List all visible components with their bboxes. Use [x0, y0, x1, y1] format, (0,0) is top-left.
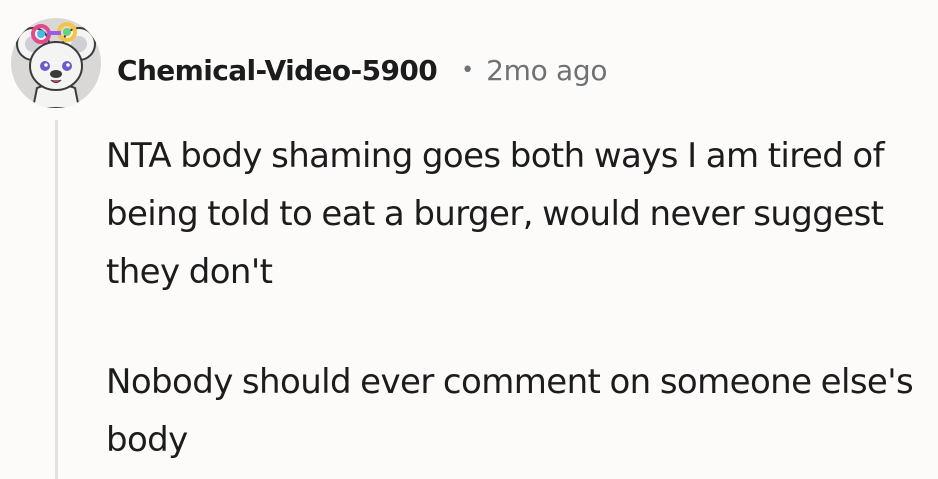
comment-paragraph: NTA body shaming goes both ways I am tir…	[106, 136, 885, 292]
username-link[interactable]: Chemical-Video-5900	[117, 54, 438, 87]
timestamp-link[interactable]: 2mo ago	[486, 54, 607, 87]
koala-avatar-icon	[16, 22, 96, 108]
thread-collapse-line[interactable]	[55, 120, 58, 479]
comment-body: NTA body shaming goes both ways I am tir…	[106, 127, 921, 469]
comment-paragraph: Nobody should ever comment on someone el…	[106, 362, 914, 460]
user-avatar[interactable]	[11, 18, 101, 108]
comment-header: Chemical-Video-5900 • 2mo ago	[117, 48, 608, 92]
comment: Chemical-Video-5900 • 2mo ago NTA body s…	[0, 0, 938, 479]
separator-dot: •	[461, 57, 475, 83]
